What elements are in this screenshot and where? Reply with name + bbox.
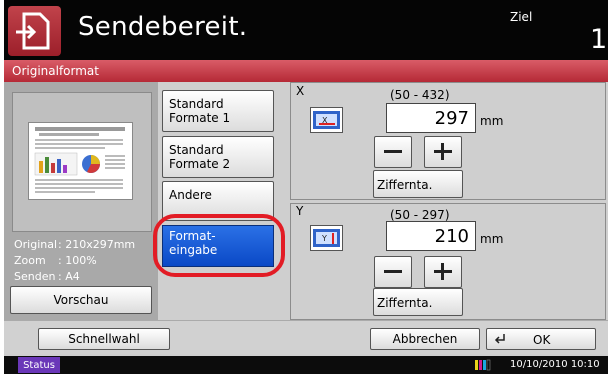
ok-button[interactable]: OK [486,328,596,350]
page-title: Sendebereit. [78,12,248,42]
enter-arrow-icon [493,332,507,346]
preview-thumbnail [28,122,133,200]
original-info: Original : 210x297mm [14,238,135,251]
formateingabe-line1: Format- [169,229,216,243]
standard-formate-1-line1: Standard [169,97,224,111]
original-label: Original [14,238,58,251]
zoom-value: : 100% [58,254,97,267]
x-ziffern-button[interactable]: Ziffernta. [373,170,463,198]
toner-icon [474,359,494,371]
screen: Sendebereit. Ziel 1 Originalformat Origi… [4,0,608,374]
format-x-icon: X [310,107,343,133]
y-plus-button[interactable] [424,256,462,288]
senden-info: Senden : A4 [14,270,80,283]
original-value: : 210x297mm [58,238,136,251]
y-minus-button[interactable] [374,256,412,288]
y-unit: mm [480,232,504,246]
zoom-label: Zoom [14,254,46,267]
y-label: Y [296,204,304,218]
svg-text:Y: Y [321,234,327,243]
status-button[interactable]: Status [18,357,60,373]
ok-label: OK [533,333,551,347]
schnellwahl-button[interactable]: Schnellwahl [38,328,170,350]
abbrechen-button[interactable]: Abbrechen [370,328,480,350]
formateingabe-line2: eingabe [169,243,218,257]
datetime-label: 10/10/2010 10:10 [510,359,600,370]
y-ziffern-button[interactable]: Ziffernta. [373,288,463,316]
senden-value: : A4 [58,270,80,283]
x-unit: mm [480,114,504,128]
x-range: (50 - 432) [390,88,450,102]
x-minus-button[interactable] [374,136,412,168]
destination-count: 1 [590,24,608,55]
x-label: X [296,84,305,98]
tab-originalformat: Originalformat [12,64,99,78]
x-value-field[interactable]: 297 [386,103,476,133]
destination-label: Ziel [510,10,533,24]
standard-formate-1-line2: Formate 1 [169,111,231,125]
standard-formate-2-line2: Formate 2 [169,157,231,171]
senden-label: Senden [14,270,56,283]
standard-formate-2-button[interactable]: Standard Formate 2 [162,136,274,178]
svg-text:X: X [322,116,328,125]
x-plus-button[interactable] [424,136,462,168]
formateingabe-button[interactable]: Format- eingabe [162,225,274,267]
andere-label: Andere [169,188,212,202]
vorschau-button[interactable]: Vorschau [10,286,152,314]
y-value-field[interactable]: 210 [386,221,476,251]
send-document-icon [8,6,61,56]
y-range: (50 - 297) [390,208,450,222]
zoom-info: Zoom : 100% [14,254,97,267]
standard-formate-2-line1: Standard [169,143,224,157]
standard-formate-1-button[interactable]: Standard Formate 1 [162,90,274,132]
format-y-icon: Y [310,225,343,251]
